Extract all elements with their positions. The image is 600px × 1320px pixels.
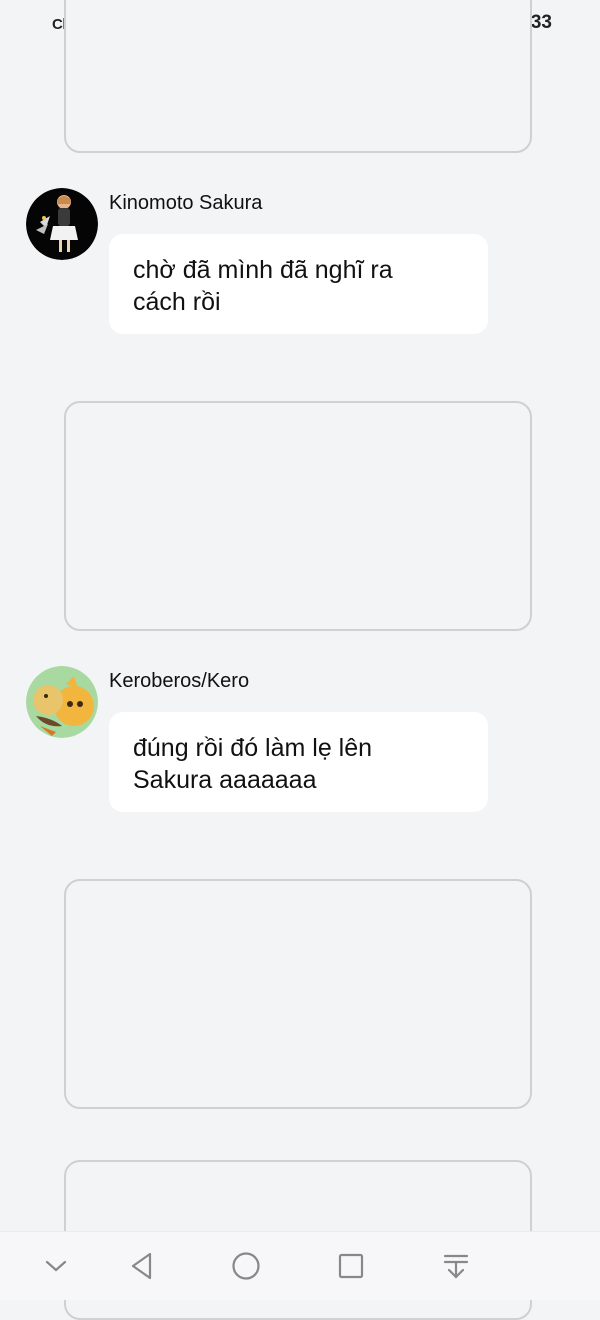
- pull-down-icon[interactable]: [438, 1248, 474, 1284]
- empty-panel: [64, 401, 532, 631]
- kero-avatar-image: [26, 666, 98, 738]
- kero-avatar[interactable]: [26, 666, 98, 738]
- sakura-avatar-image: [26, 188, 98, 260]
- message-bubble[interactable]: chờ đã mình đã nghĩ ra cách rồi: [109, 234, 488, 334]
- navigation-bar: [0, 1231, 600, 1300]
- message-text-line: cách rồi: [133, 288, 221, 316]
- sakura-avatar[interactable]: [26, 188, 98, 260]
- message-text-line: Sakura aaaaaaa: [133, 766, 317, 794]
- empty-panel: [64, 879, 532, 1109]
- sender-name: Kinomoto Sakura: [109, 192, 263, 214]
- message-bubble[interactable]: đúng rồi đó làm lẹ lên Sakura aaaaaaa: [109, 712, 488, 812]
- sender-name: Keroberos/Kero: [109, 670, 250, 692]
- message-text-line: chờ đã mình đã nghĩ ra: [133, 256, 393, 284]
- home-icon[interactable]: [228, 1248, 264, 1284]
- message-text-line: đúng rồi đó làm lẹ lên: [133, 734, 373, 762]
- chevron-down-icon[interactable]: [38, 1248, 74, 1284]
- empty-panel: [64, 0, 532, 153]
- back-icon[interactable]: [124, 1248, 160, 1284]
- recents-icon[interactable]: [333, 1248, 369, 1284]
